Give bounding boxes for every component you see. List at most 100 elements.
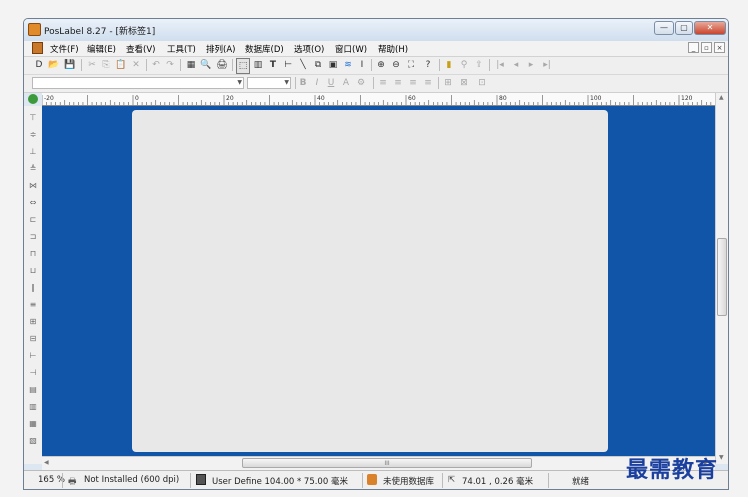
database-status: 未使用数据库	[383, 477, 435, 487]
minimize-button[interactable]: —	[654, 21, 674, 35]
align-tool-icon-16[interactable]: ⊣	[27, 367, 39, 378]
menu-file[interactable]: 文件(F)	[50, 43, 79, 55]
align-right-icon[interactable]: ≡	[408, 76, 418, 90]
justify-icon[interactable]: ≡	[423, 76, 433, 90]
mdi-minimize-button[interactable]: _	[688, 42, 699, 53]
menu-arrange[interactable]: 排列(A)	[206, 43, 235, 55]
mdi-close-button[interactable]: ×	[714, 42, 725, 53]
align-tool-icon-20[interactable]: ▧	[27, 435, 39, 446]
align-tool-icon-5[interactable]: ⋈	[27, 180, 39, 191]
text-settings-icon[interactable]: ⚙	[355, 76, 367, 90]
menu-edit[interactable]: 编辑(E)	[87, 43, 116, 55]
barcode-tool-icon[interactable]: ▥	[252, 58, 264, 72]
print-preview-icon[interactable]: 🔍	[199, 58, 213, 72]
scroll-up-icon[interactable]: ▲	[719, 94, 724, 101]
ungroup-icon[interactable]: ⊠	[458, 76, 470, 90]
previous-record-icon[interactable]: ◂	[510, 58, 522, 72]
rfid-tool-icon[interactable]: ≋	[342, 58, 354, 72]
cut-icon[interactable]: ✂	[86, 58, 98, 72]
select-tool-icon[interactable]: ⬚	[236, 58, 250, 74]
align-tool-icon-4[interactable]: ≜	[27, 163, 39, 174]
maximize-button[interactable]: ▢	[675, 21, 693, 35]
design-canvas[interactable]	[42, 106, 715, 456]
menu-view[interactable]: 查看(V)	[126, 43, 155, 55]
vertical-scrollbar[interactable]: ▲ ▼	[715, 93, 728, 464]
close-button[interactable]: ✕	[694, 21, 726, 35]
font-name-select[interactable]: ▼	[32, 77, 244, 89]
new-icon[interactable]: D	[33, 58, 45, 72]
cursor-position-icon: ⇱	[448, 475, 456, 485]
paper-size: User Define 104.00 * 75.00 毫米	[212, 477, 348, 487]
menu-help[interactable]: 帮助(H)	[378, 43, 408, 55]
scroll-down-icon[interactable]: ▼	[719, 454, 724, 461]
menu-tools[interactable]: 工具(T)	[167, 43, 196, 55]
align-tool-icon-14[interactable]: ⊟	[27, 333, 39, 344]
cursor-tool-icon[interactable]: I	[357, 58, 367, 72]
undo-icon[interactable]: ↶	[150, 58, 162, 72]
print-icon[interactable]: 🖨	[215, 58, 229, 72]
align-tool-icon-10[interactable]: ⊔	[27, 265, 39, 276]
align-tool-icon-18[interactable]: ▥	[27, 401, 39, 412]
text-tool-icon[interactable]: T	[267, 58, 279, 72]
printer-icon: 🖶	[68, 477, 77, 487]
scroll-left-icon[interactable]: ◀	[44, 459, 49, 466]
mdi-restore-button[interactable]: ▫	[701, 42, 712, 53]
next-record-icon[interactable]: ▸	[525, 58, 537, 72]
delete-icon[interactable]: ✕	[130, 58, 142, 72]
font-color-icon[interactable]: A	[341, 76, 351, 90]
align-tool-icon-11[interactable]: ∥	[27, 282, 39, 293]
paper-icon	[196, 474, 206, 485]
ruler-label: 20	[226, 95, 234, 102]
menu-options[interactable]: 选项(O)	[294, 43, 324, 55]
zoom-in-icon[interactable]: ⊕	[375, 58, 387, 72]
shape-tool-icon[interactable]: ⧉	[312, 58, 324, 72]
group-icon[interactable]: ⊞	[442, 76, 454, 90]
menu-window[interactable]: 窗口(W)	[335, 43, 367, 55]
open-icon[interactable]: 📂	[47, 58, 61, 72]
horizontal-scroll-thumb[interactable]: III	[242, 458, 532, 468]
align-tool-icon-8[interactable]: ⊐	[27, 231, 39, 242]
zoom-out-icon[interactable]: ⊖	[390, 58, 402, 72]
label-paper[interactable]	[132, 110, 608, 452]
align-tool-icon-9[interactable]: ⊓	[27, 248, 39, 259]
menu-database[interactable]: 数据库(D)	[245, 43, 284, 55]
align-tool-icon-12[interactable]: ≡	[27, 299, 39, 310]
paste-icon[interactable]: 📋	[114, 58, 128, 72]
align-tool-icon-7[interactable]: ⊏	[27, 214, 39, 225]
find-icon[interactable]: ⚲	[458, 58, 470, 72]
bold-button[interactable]: B	[298, 76, 308, 90]
fit-page-icon[interactable]: ⛶	[405, 58, 417, 72]
align-center-icon[interactable]: ≡	[393, 76, 403, 90]
vertical-scroll-thumb[interactable]	[717, 238, 727, 316]
title-bar[interactable]: PosLabel 8.27 - [新标签1] — ▢ ✕	[24, 19, 728, 41]
align-tool-icon-13[interactable]: ⊞	[27, 316, 39, 327]
line-tool-icon[interactable]: ⊢	[282, 58, 294, 72]
redo-icon[interactable]: ↷	[164, 58, 176, 72]
first-record-icon[interactable]: |◂	[493, 58, 507, 72]
align-tool-icon-19[interactable]: ▦	[27, 418, 39, 429]
page-setup-icon[interactable]: ▦	[185, 58, 197, 72]
diagonal-line-tool-icon[interactable]: ╲	[297, 58, 309, 72]
align-tool-icon-6[interactable]: ⇔	[27, 197, 39, 208]
last-record-icon[interactable]: ▸|	[540, 58, 554, 72]
align-tool-icon-2[interactable]: ≑	[27, 129, 39, 140]
help-icon[interactable]: ?	[422, 58, 434, 72]
ruler-origin-icon[interactable]	[28, 94, 38, 104]
document-icon[interactable]	[32, 42, 43, 54]
save-icon[interactable]: 💾	[63, 58, 77, 72]
align-tool-icon-1[interactable]: ⊤	[27, 112, 39, 123]
align-tool-icon-17[interactable]: ▤	[27, 384, 39, 395]
lock-icon[interactable]: ⊡	[476, 76, 488, 90]
align-left-icon[interactable]: ≡	[378, 76, 388, 90]
align-tool-icon-3[interactable]: ⊥	[27, 146, 39, 157]
underline-button[interactable]: U	[326, 76, 336, 90]
align-tool-icon-15[interactable]: ⊢	[27, 350, 39, 361]
copy-icon[interactable]: ⎘	[100, 58, 112, 72]
export-icon[interactable]: ⇪	[473, 58, 485, 72]
horizontal-scrollbar[interactable]: ◀ III ▶	[42, 456, 715, 470]
italic-button[interactable]: I	[312, 76, 322, 90]
font-size-select[interactable]: ▼	[247, 77, 291, 89]
image-tool-icon[interactable]: ▣	[327, 58, 339, 72]
horizontal-ruler: -20 0 20 40 60 80 100 120	[42, 93, 715, 106]
database-icon[interactable]: ▮	[443, 58, 455, 72]
